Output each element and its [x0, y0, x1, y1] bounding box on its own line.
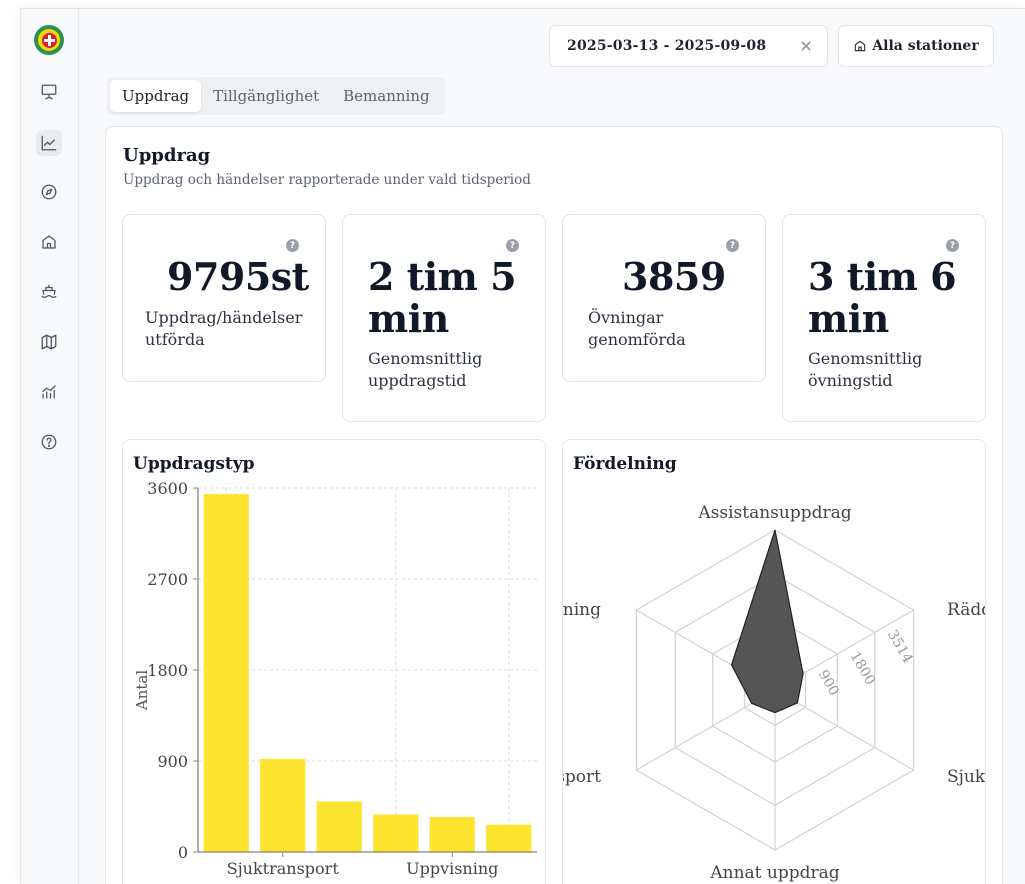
sidebar [21, 9, 79, 884]
stat-card-missions: ? 9795st Uppdrag/händelser utförda [122, 214, 326, 382]
app-window: 2025-03-13 - 2025-09-08 × Alla stationer… [20, 8, 1025, 884]
station-select-button[interactable]: Alla stationer [838, 25, 994, 67]
stat-value: 3859 [622, 254, 726, 299]
radar-series [730, 529, 804, 714]
help-icon[interactable]: ? [506, 239, 519, 252]
radar-axis-label: Sjuktra [947, 767, 986, 787]
stat-label: Genomsnittlig övningstid [808, 349, 923, 390]
tab-uppdrag[interactable]: Uppdrag [110, 80, 202, 112]
line-chart-icon[interactable] [36, 130, 62, 156]
y-tick-label: 3600 [147, 479, 188, 498]
boat-icon[interactable] [38, 281, 60, 303]
help-icon[interactable]: ? [726, 239, 739, 252]
help-icon[interactable]: ? [286, 239, 299, 252]
bar-chart-card: Uppdragstyp 0 900 1800 2700 3600 Sjuktranspor… [122, 439, 546, 884]
radar-chart: 090018003514AssistansuppdragRäddniSjuktr… [563, 503, 986, 883]
bar [316, 801, 362, 852]
date-range-picker[interactable]: 2025-03-13 - 2025-09-08 × [549, 25, 828, 67]
tab-bar: Uppdrag Tillgänglighet Bemanning [107, 77, 445, 115]
close-icon[interactable]: × [799, 36, 813, 55]
stat-value: 2 tim 5 min [368, 254, 517, 341]
chart-title: Fördelning [573, 454, 677, 474]
logo[interactable] [34, 25, 64, 55]
help-icon[interactable] [38, 431, 60, 453]
stat-value: 9795st [167, 254, 309, 299]
tab-tillganglighet[interactable]: Tillgänglighet [201, 80, 331, 112]
radar-ring-label: 3514 [884, 627, 916, 666]
radar-chart-card: Fördelning 090018003514AssistansuppdragR… [562, 439, 986, 884]
radar-ring-label: 1800 [847, 649, 879, 688]
stat-label: Uppdrag/händelser utförda [145, 308, 303, 349]
bar [486, 824, 532, 852]
stat-label: Övningar genomförda [588, 308, 686, 349]
home-icon[interactable] [38, 231, 60, 253]
stat-label: Genomsnittlig uppdragstid [368, 349, 483, 390]
panel-title: Uppdrag [123, 145, 211, 166]
presentation-icon[interactable] [38, 81, 60, 103]
bar-chart: 0 900 1800 2700 3600 Sjuktransport Uppvisning A… [133, 479, 537, 878]
home-icon [855, 40, 866, 52]
y-tick-label: 1800 [147, 661, 188, 680]
date-range-value: 2025-03-13 - 2025-09-08 [567, 38, 767, 54]
radar-axis-label: ansport [563, 767, 601, 787]
bar [203, 494, 249, 852]
chart-title: Uppdragstyp [133, 454, 255, 474]
radar-axis-label: visning [563, 600, 601, 620]
stat-value: 3 tim 6 min [808, 254, 957, 341]
bar [373, 814, 419, 852]
radar-axis-label: Assistansuppdrag [697, 503, 851, 523]
bar [260, 758, 306, 852]
tab-bemanning[interactable]: Bemanning [331, 80, 441, 112]
y-axis-label: Antal [133, 670, 151, 711]
compass-icon[interactable] [38, 181, 60, 203]
stat-card-avg-mission-time: ? 2 tim 5 min Genomsnittlig uppdragstid [342, 214, 546, 422]
radar-axis-label: Räddni [947, 600, 986, 620]
stat-card-avg-exercise-time: ? 3 tim 6 min Genomsnittlig övningstid [782, 214, 986, 422]
analytics-icon[interactable] [38, 381, 60, 403]
bar [429, 817, 475, 852]
map-icon[interactable] [38, 331, 60, 353]
x-tick-label: Sjuktransport [227, 859, 340, 878]
y-tick-label: 900 [157, 752, 188, 771]
station-select-label: Alla stationer [872, 38, 979, 54]
panel-subtitle: Uppdrag och händelser rapporterade under… [123, 172, 531, 188]
y-tick-label: 0 [178, 843, 188, 862]
uppdrag-panel: Uppdrag Uppdrag och händelser rapportera… [105, 126, 1003, 884]
x-tick-label: Uppvisning [406, 859, 498, 878]
help-icon[interactable]: ? [946, 239, 959, 252]
radar-axis-label: Annat uppdrag [709, 863, 839, 883]
stat-card-exercises: ? 3859 Övningar genomförda [562, 214, 766, 382]
y-tick-label: 2700 [147, 570, 188, 589]
